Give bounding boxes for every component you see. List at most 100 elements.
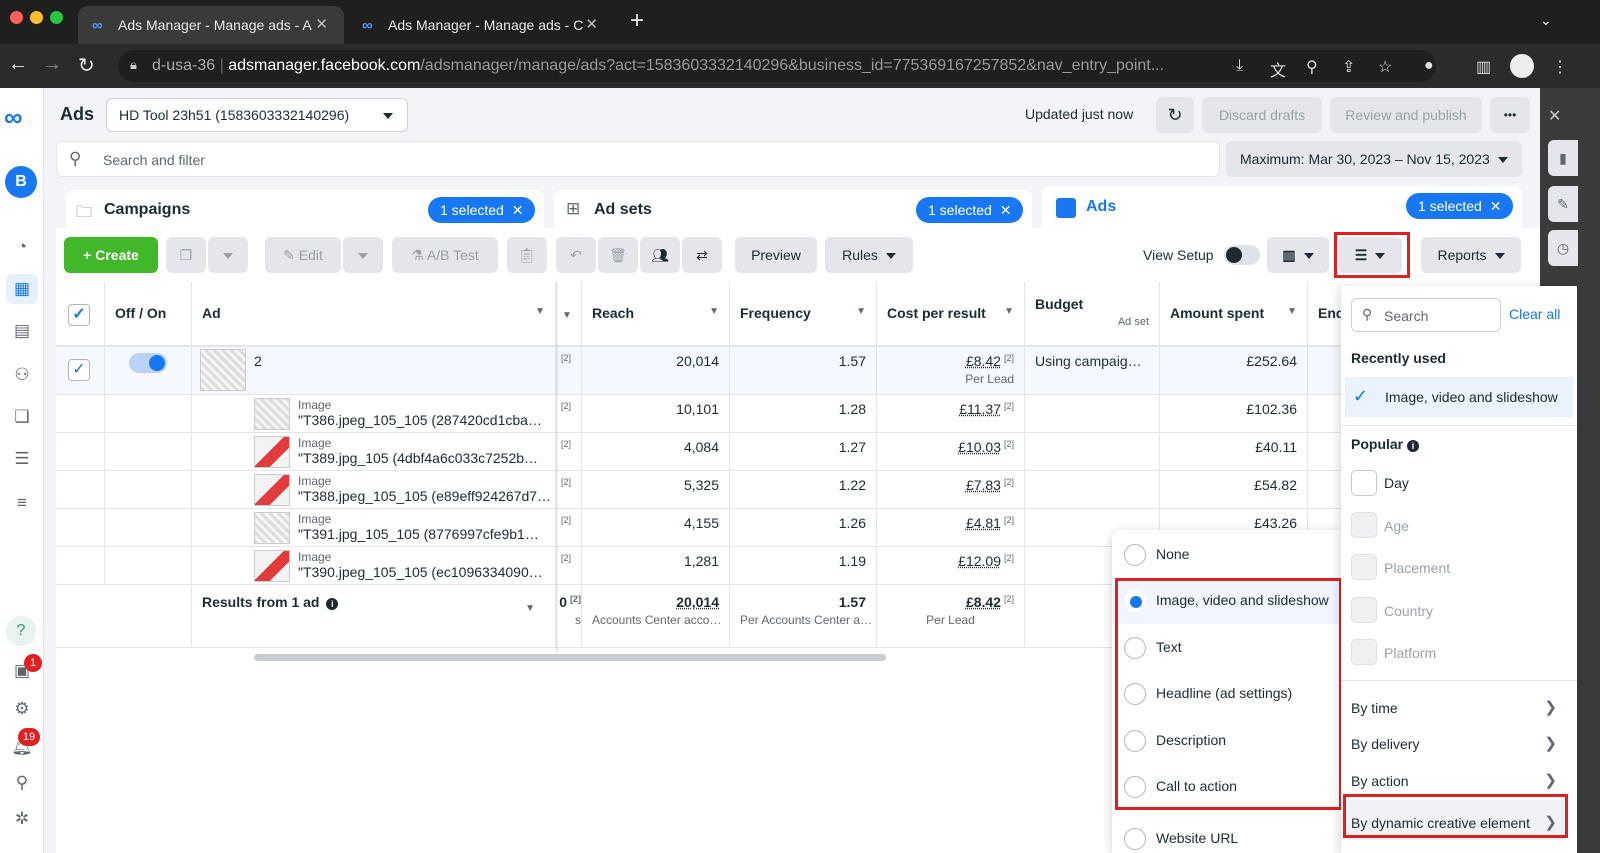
- history-panel-icon[interactable]: ◷: [1548, 230, 1578, 266]
- bookmark-star-icon[interactable]: ☆: [1378, 57, 1392, 77]
- tab-list-chevron-icon[interactable]: ⌄: [1540, 12, 1552, 29]
- checkbox-disabled[interactable]: [1351, 512, 1377, 538]
- clipboard-button[interactable]: 📋︎: [507, 237, 547, 273]
- undo-button[interactable]: ↶: [556, 237, 596, 273]
- breakdown-group-by-delivery[interactable]: By delivery ❯: [1341, 732, 1567, 758]
- breakdown-group-by-action[interactable]: By action ❯: [1341, 769, 1567, 795]
- close-window-button[interactable]: [10, 11, 23, 24]
- reload-icon[interactable]: ↻: [78, 53, 95, 78]
- clear-selection-icon[interactable]: ✕: [512, 202, 524, 218]
- forward-arrow-icon[interactable]: →: [42, 53, 62, 76]
- close-tab-icon[interactable]: ✕: [585, 15, 598, 33]
- delete-button[interactable]: 🗑︎: [598, 237, 638, 273]
- more-options-button[interactable]: •••: [1490, 97, 1530, 133]
- billing-stack-icon[interactable]: ☰: [6, 444, 38, 474]
- side-panel-icon[interactable]: ▥: [1476, 57, 1491, 77]
- radio-button[interactable]: [1124, 828, 1146, 850]
- row-checkbox[interactable]: ✓: [68, 359, 90, 381]
- browser-menu-icon[interactable]: ⋮: [1552, 57, 1568, 77]
- reports-button[interactable]: Reports: [1421, 237, 1521, 273]
- ad-on-off-toggle[interactable]: [129, 353, 167, 373]
- preview-button[interactable]: Preview: [735, 237, 817, 273]
- back-arrow-icon[interactable]: ←: [8, 53, 28, 76]
- view-setup-toggle[interactable]: [1224, 245, 1260, 265]
- tab-campaigns[interactable]: 🗀 Campaigns 1 selected ✕: [66, 190, 544, 230]
- header-hidden-column[interactable]: ▼: [556, 282, 582, 346]
- account-selector[interactable]: HD Tool 23h51 (1583603332140296): [106, 98, 408, 132]
- breakdown-option-placement[interactable]: Placement: [1341, 552, 1567, 582]
- ads-manager-table-icon[interactable]: ▦: [6, 274, 38, 304]
- dce-option-none[interactable]: None: [1112, 532, 1340, 578]
- zoom-icon[interactable]: ⚲: [1306, 57, 1318, 77]
- share-icon[interactable]: ⇪: [1342, 57, 1355, 77]
- profile-avatar-icon[interactable]: [1510, 54, 1534, 78]
- breakdown-option-recent[interactable]: ✓ Image, video and slideshow: [1345, 377, 1573, 417]
- columns-button[interactable]: ▥: [1267, 237, 1329, 273]
- header-end[interactable]: End: [1308, 282, 1341, 346]
- ad-sets-selected-pill[interactable]: 1 selected ✕: [916, 197, 1024, 223]
- edit-panel-icon[interactable]: ✎: [1548, 186, 1578, 222]
- duplicate-dropdown-button[interactable]: [208, 237, 248, 273]
- header-budget[interactable]: Budget Ad set: [1025, 282, 1160, 346]
- create-button[interactable]: + Create: [64, 237, 158, 273]
- campaigns-selected-pill[interactable]: 1 selected ✕: [428, 197, 536, 223]
- search-icon[interactable]: ⚲: [6, 768, 38, 798]
- all-tools-menu-icon[interactable]: ≡: [6, 488, 38, 518]
- close-panel-icon[interactable]: ✕: [1548, 106, 1561, 126]
- table-row[interactable]: Image "T388.jpeg_105_105 (e89eff924267d7…: [56, 470, 1341, 508]
- clear-all-link[interactable]: Clear all: [1509, 306, 1560, 322]
- settings-gear-icon[interactable]: ⚙: [6, 694, 38, 724]
- table-row[interactable]: Image "T389.jpg_105 (4dbf4a6c033c7252b… …: [56, 432, 1341, 470]
- discard-drafts-button[interactable]: Discard drafts: [1202, 97, 1322, 133]
- header-amount-spent[interactable]: Amount spent ▼: [1160, 282, 1308, 346]
- minimize-window-button[interactable]: [30, 11, 43, 24]
- header-cost-per-result[interactable]: Cost per result ▼: [877, 282, 1025, 346]
- table-row[interactable]: Image "T386.jpeg_105_105 (287420cd1cba… …: [56, 394, 1341, 432]
- meta-logo-icon[interactable]: ∞: [4, 102, 23, 133]
- review-and-publish-button[interactable]: Review and publish: [1330, 97, 1482, 133]
- tab-ads[interactable]: Ads 1 selected ✕: [1042, 186, 1522, 232]
- header-reach[interactable]: Reach ▼: [582, 282, 730, 346]
- duplicate-button[interactable]: ❐: [166, 237, 206, 273]
- browser-tab-2[interactable]: ∞ Ads Manager - Manage ads - C ✕: [348, 6, 614, 44]
- header-off-on[interactable]: Off / On: [105, 282, 192, 346]
- pages-icon[interactable]: ▤: [6, 316, 38, 346]
- account-avatar[interactable]: B: [5, 166, 37, 198]
- breakdown-group-by-time[interactable]: By time ❯: [1341, 696, 1567, 722]
- tab-ad-sets[interactable]: ⊞ Ad sets 1 selected ✕: [554, 190, 1032, 230]
- date-range-picker[interactable]: Maximum: Mar 30, 2023 – Nov 15, 2023: [1226, 141, 1522, 177]
- translate-icon[interactable]: 文: [1270, 57, 1286, 81]
- dashboard-gauge-icon[interactable]: ◔: [6, 232, 38, 262]
- catalog-icon[interactable]: ❏: [6, 402, 38, 432]
- breakdown-option-age[interactable]: Age: [1341, 510, 1567, 540]
- close-tab-icon[interactable]: ✕: [315, 15, 328, 33]
- checkbox-disabled[interactable]: [1351, 554, 1377, 580]
- audience-button[interactable]: 👥︎: [640, 237, 680, 273]
- search-filter-bar[interactable]: ⚲ Search and filter: [56, 141, 1220, 177]
- checkbox-disabled[interactable]: [1351, 597, 1377, 623]
- breakdown-search-input[interactable]: ⚲ Search: [1351, 298, 1501, 332]
- edit-dropdown-button[interactable]: [343, 237, 383, 273]
- ab-test-button[interactable]: ⚗ A/B Test: [392, 237, 498, 273]
- audiences-icon[interactable]: ⚇: [6, 360, 38, 390]
- new-tab-icon[interactable]: +: [630, 7, 644, 35]
- maximize-window-button[interactable]: [50, 11, 63, 24]
- clear-selection-icon[interactable]: ✕: [1000, 202, 1012, 218]
- info-icon[interactable]: i: [326, 598, 339, 610]
- header-ad[interactable]: Ad ▼: [192, 282, 556, 346]
- dce-option-website-url[interactable]: Website URL: [1112, 816, 1340, 853]
- browser-tab-1[interactable]: ∞ Ads Manager - Manage ads - A ✕: [78, 6, 344, 44]
- table-row[interactable]: ✓ 2 [2] 20,014 1.57 £8.42 [2] Per Lead Usi…: [56, 346, 1341, 394]
- help-icon[interactable]: ?: [6, 616, 36, 646]
- select-all-checkbox[interactable]: ✓: [68, 304, 90, 326]
- edit-button[interactable]: ✎ Edit: [265, 237, 341, 273]
- checkbox-disabled[interactable]: [1351, 639, 1377, 665]
- chart-panel-icon[interactable]: ▮: [1548, 140, 1578, 176]
- breakdown-option-day[interactable]: Day: [1341, 468, 1567, 498]
- refresh-button[interactable]: ↻: [1156, 97, 1194, 133]
- breakdown-option-country[interactable]: Country: [1341, 595, 1567, 625]
- clear-selection-icon[interactable]: ✕: [1490, 198, 1502, 214]
- header-frequency[interactable]: Frequency ▼: [730, 282, 877, 346]
- export-button[interactable]: ⇄: [682, 237, 722, 273]
- ads-selected-pill[interactable]: 1 selected ✕: [1406, 193, 1514, 219]
